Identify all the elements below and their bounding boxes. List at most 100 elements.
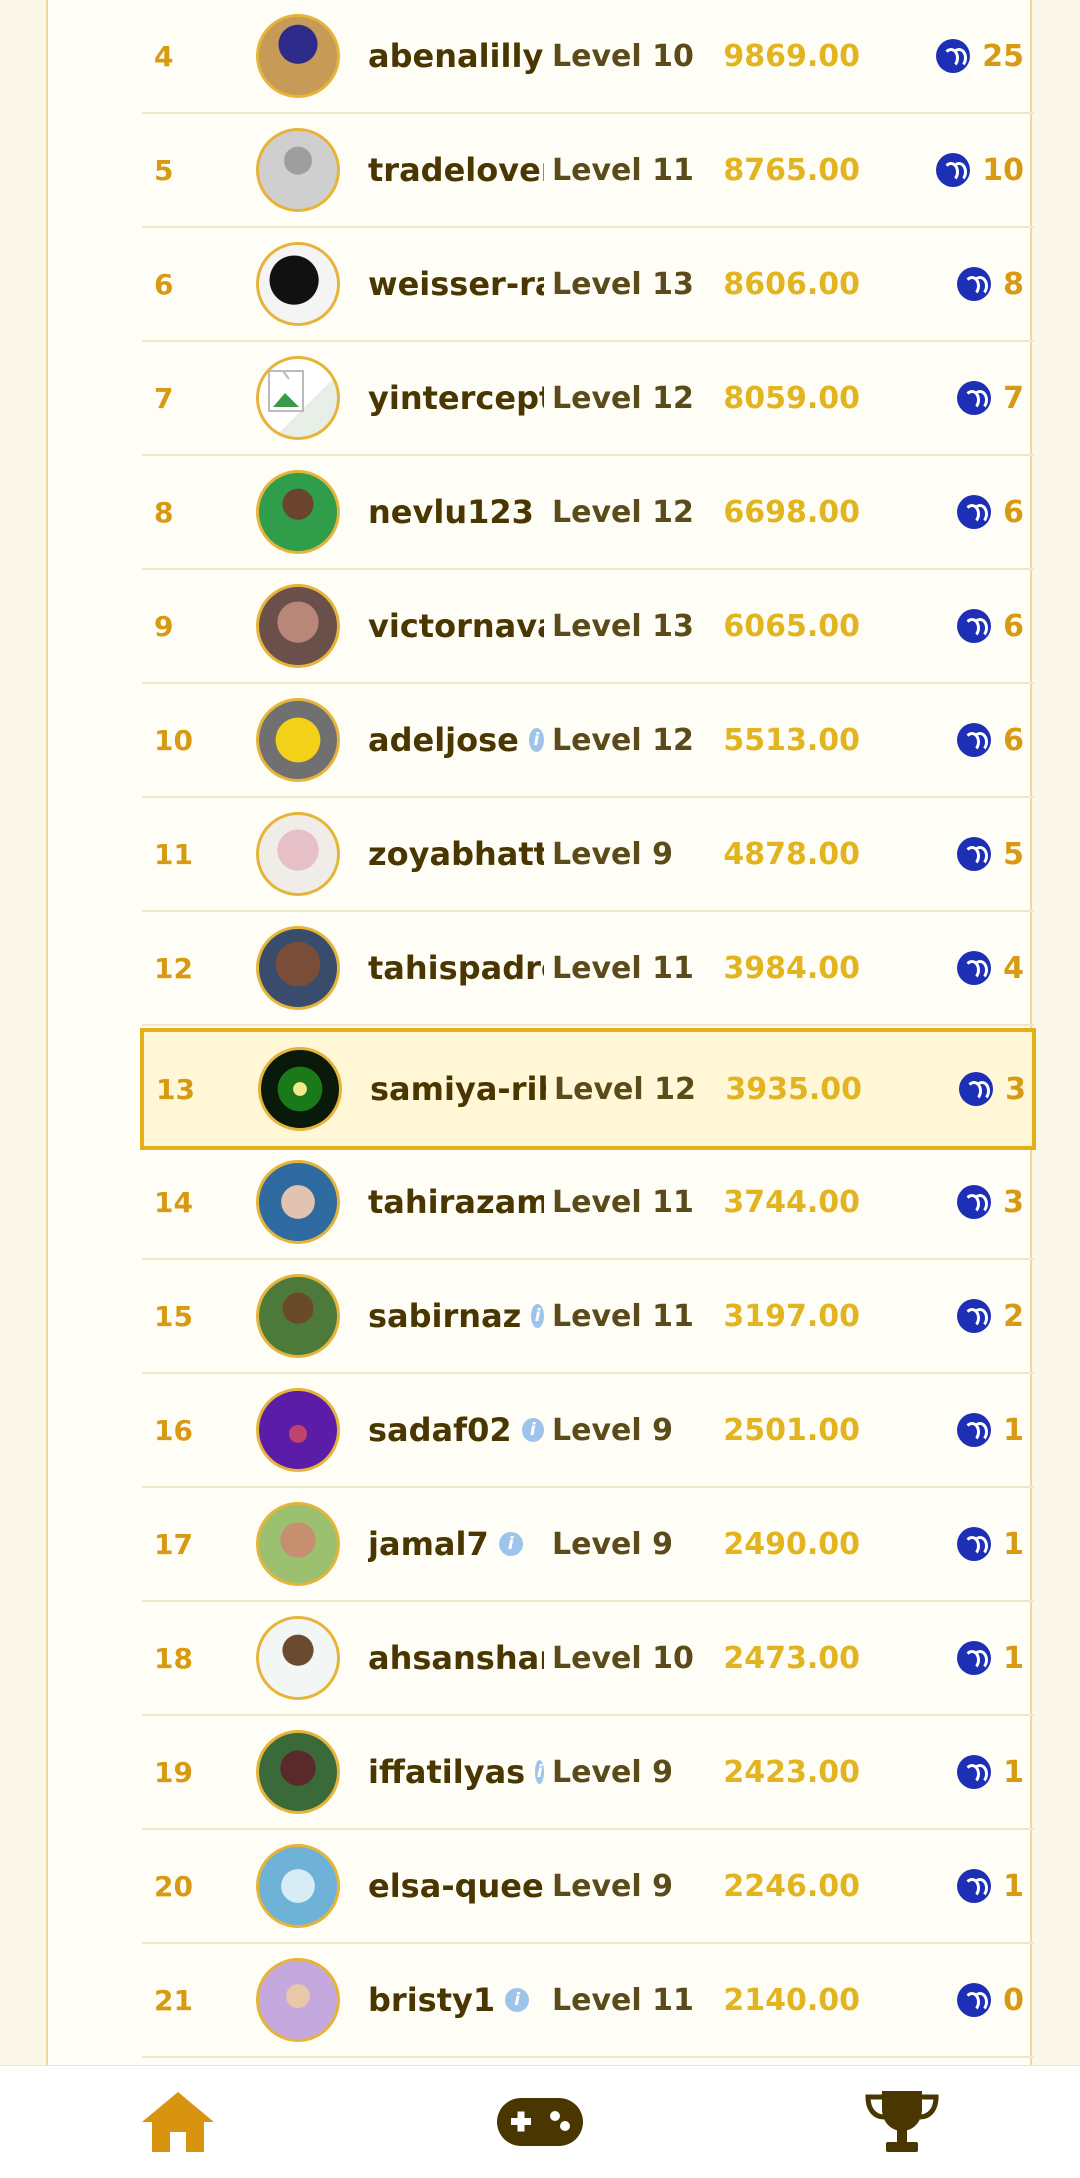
reward: 1 [902, 1602, 1024, 1714]
avatar[interactable] [256, 798, 344, 910]
username[interactable]: sabirnazi [368, 1260, 544, 1372]
username[interactable]: jamal7 i [368, 1488, 544, 1600]
reward-amount: 0 [1003, 1983, 1024, 2018]
info-icon[interactable]: i [531, 1304, 544, 1328]
username-text: abenalillyf [368, 37, 544, 75]
reward-amount: 3 [1003, 1185, 1024, 1220]
avatar[interactable] [256, 342, 344, 454]
avatar[interactable] [256, 570, 344, 682]
user-level: Level 12 [552, 342, 712, 454]
avatar[interactable] [256, 1830, 344, 1942]
avatar[interactable] [256, 1602, 344, 1714]
reward: 6 [902, 456, 1024, 568]
username[interactable]: victornava [368, 570, 544, 682]
leaderboard-row[interactable]: 15sabirnaziLevel 113197.002 [142, 1260, 1034, 1374]
user-level: Level 12 [554, 1032, 714, 1146]
score-value: 3935.00 [714, 1032, 862, 1146]
leaderboard-row[interactable]: 4abenalillyfLevel 109869.0025 [142, 0, 1034, 114]
username[interactable]: samiya-rih [370, 1032, 546, 1146]
username[interactable]: adeljosei [368, 684, 544, 796]
avatar-image [256, 14, 340, 98]
reward: 10 [902, 114, 1024, 226]
leaderboard-row[interactable]: 9victornavaLevel 136065.006 [142, 570, 1034, 684]
steem-icon [957, 1869, 991, 1903]
username[interactable]: tahispadro [368, 912, 544, 1024]
avatar[interactable] [256, 1488, 344, 1600]
username[interactable]: iffatilyasi [368, 1716, 544, 1828]
username-text: tahirazam [368, 1183, 544, 1221]
leaderboard-row[interactable]: 8nevlu123iLevel 126698.006 [142, 456, 1034, 570]
nav-home-button[interactable] [98, 2066, 258, 2178]
avatar[interactable] [256, 1260, 344, 1372]
nav-leaderboard-button[interactable] [822, 2066, 982, 2178]
avatar-image [256, 242, 340, 326]
leaderboard-row[interactable]: 20elsa-queerLevel 92246.001 [142, 1830, 1034, 1944]
username-text: jamal7 [368, 1525, 489, 1563]
steem-icon [957, 951, 991, 985]
username-text: elsa-queer [368, 1867, 544, 1905]
user-level: Level 9 [552, 798, 712, 910]
leaderboard-row[interactable]: 16sadaf02iLevel 92501.001 [142, 1374, 1034, 1488]
username-text: nevlu123 [368, 493, 534, 531]
leaderboard-row[interactable]: 11zoyabhattiLevel 94878.005 [142, 798, 1034, 912]
steem-icon [957, 609, 991, 643]
username[interactable]: tradelover [368, 114, 544, 226]
username-text: ahsanshari [368, 1639, 544, 1677]
info-icon[interactable]: i [529, 728, 544, 752]
avatar[interactable] [256, 0, 344, 112]
info-icon[interactable]: i [535, 1760, 544, 1784]
nav-games-button[interactable] [460, 2066, 620, 2178]
leaderboard-row[interactable]: 14tahirazamLevel 113744.003 [142, 1146, 1034, 1260]
leaderboard-row[interactable]: 21bristy1iLevel 112140.000 [142, 1944, 1034, 2058]
leaderboard-row[interactable]: 5tradeloverLevel 118765.0010 [142, 114, 1034, 228]
info-icon[interactable]: i [499, 1532, 523, 1556]
reward: 1 [902, 1488, 1024, 1600]
rank-number: 4 [154, 0, 244, 112]
username[interactable]: tahirazam [368, 1146, 544, 1258]
username[interactable]: elsa-queer [368, 1830, 544, 1942]
username[interactable]: nevlu123i [368, 456, 544, 568]
leaderboard-row[interactable]: 10adeljoseiLevel 125513.006 [142, 684, 1034, 798]
username[interactable]: weisser-ra [368, 228, 544, 340]
avatar-image [256, 1958, 340, 2042]
rank-number: 15 [154, 1260, 244, 1372]
avatar[interactable] [256, 456, 344, 568]
username[interactable]: zoyabhatti [368, 798, 544, 910]
username[interactable]: bristy1i [368, 1944, 544, 2056]
avatar[interactable] [256, 912, 344, 1024]
avatar[interactable] [256, 1374, 344, 1486]
steem-icon [957, 1299, 991, 1333]
avatar[interactable] [256, 228, 344, 340]
reward-amount: 3 [1005, 1072, 1026, 1107]
user-level: Level 10 [552, 1602, 712, 1714]
avatar[interactable] [256, 114, 344, 226]
username[interactable]: yintercept [368, 342, 544, 454]
reward: 2 [902, 1260, 1024, 1372]
avatar[interactable] [258, 1032, 346, 1146]
leaderboard-row[interactable]: 19iffatilyasiLevel 92423.001 [142, 1716, 1034, 1830]
user-level: Level 13 [552, 570, 712, 682]
avatar[interactable] [256, 1146, 344, 1258]
user-level: Level 9 [552, 1374, 712, 1486]
username[interactable]: sadaf02i [368, 1374, 544, 1486]
avatar[interactable] [256, 1944, 344, 2056]
leaderboard-row-current-user[interactable]: 13samiya-rihLevel 123935.003 [140, 1028, 1036, 1150]
avatar[interactable] [256, 1716, 344, 1828]
steem-icon [957, 267, 991, 301]
username[interactable]: ahsanshari [368, 1602, 544, 1714]
leaderboard-row[interactable]: 17jamal7iLevel 92490.001 [142, 1488, 1034, 1602]
user-level: Level 11 [552, 114, 712, 226]
username-text: tahispadro [368, 949, 544, 987]
gamepad-icon [495, 2094, 585, 2150]
leaderboard-row[interactable]: 12tahispadroLevel 113984.004 [142, 912, 1034, 1026]
leaderboard-row[interactable]: 18ahsanshariLevel 102473.001 [142, 1602, 1034, 1716]
leaderboard-row[interactable]: 6weisser-raLevel 138606.008 [142, 228, 1034, 342]
leaderboard-row[interactable]: 7yinterceptLevel 128059.007 [142, 342, 1034, 456]
score-value: 9869.00 [712, 0, 860, 112]
username[interactable]: abenalillyf [368, 0, 544, 112]
user-level: Level 11 [552, 912, 712, 1024]
info-icon[interactable]: i [505, 1988, 529, 2012]
home-icon [138, 2088, 218, 2156]
avatar[interactable] [256, 684, 344, 796]
info-icon[interactable]: i [522, 1418, 544, 1442]
